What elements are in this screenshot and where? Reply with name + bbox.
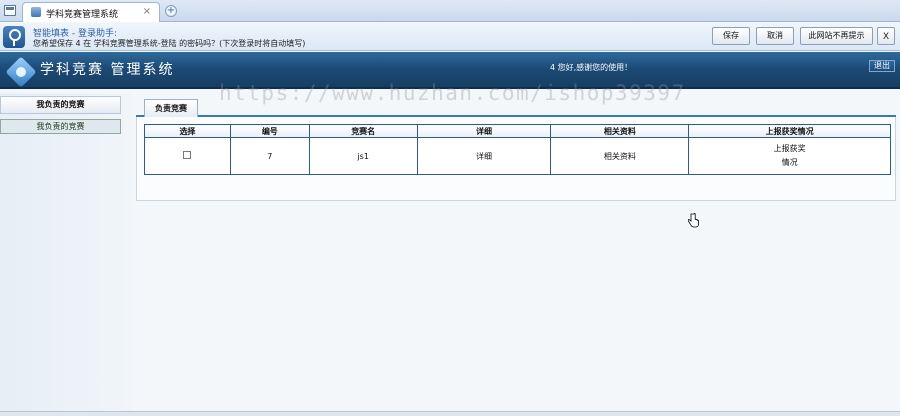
welcome-message: 4 您好,感谢您的使用！	[550, 63, 633, 72]
app-logo-icon	[5, 56, 37, 88]
column-header-id: 编号	[229, 124, 310, 138]
tab-close-icon[interactable]: ×	[143, 6, 151, 17]
table-row: 7 js1 详细 相关资料 上报获奖 情况	[144, 137, 891, 175]
cancel-button[interactable]: 取消	[756, 27, 794, 45]
report-award-link[interactable]: 上报获奖 情况	[688, 137, 891, 175]
browser-tab[interactable]: 学科竞赛管理系统 ×	[22, 2, 160, 22]
content-panel: 选择 编号 竞赛名 详细 相关资料 上报获奖情况 7 js1 详细 相关资料 上…	[136, 117, 896, 201]
column-header-materials: 相关资料	[550, 124, 690, 138]
helper-message: 您希望保存 4 在 学科竞赛管理系统-登陆 的密码吗？(下次登录时将自动填写)	[33, 39, 306, 48]
column-header-name: 竞赛名	[308, 124, 418, 138]
logout-button[interactable]: 退出	[869, 60, 895, 72]
materials-link[interactable]: 相关资料	[550, 137, 690, 175]
detail-link[interactable]: 详细	[416, 137, 552, 175]
table-header-row: 选择 编号 竞赛名 详细 相关资料 上报获奖情况	[144, 124, 891, 138]
main-content: 负责竞赛 选择 编号 竞赛名 详细 相关资料 上报获奖情况 7 js1 详细 相…	[136, 95, 896, 201]
never-prompt-button[interactable]: 此网站不再提示	[800, 27, 873, 45]
id-cell: 7	[229, 137, 310, 175]
sidebar-item-my-competitions[interactable]: 我负责的竞赛	[0, 119, 121, 134]
report-award-line-1: 上报获奖	[773, 144, 806, 153]
browser-tab-strip: 学科竞赛管理系统 × +	[0, 0, 900, 22]
app-title: 学科竞赛 管理系统	[40, 62, 175, 78]
sidebar: 我负责的竞赛 我负责的竞赛	[0, 93, 132, 411]
save-password-button[interactable]: 保存	[712, 27, 750, 45]
competition-table: 选择 编号 竞赛名 详细 相关资料 上报获奖情况 7 js1 详细 相关资料 上…	[144, 124, 891, 175]
tab-responsible-competitions[interactable]: 负责竞赛	[144, 99, 198, 117]
status-bar	[0, 411, 900, 416]
column-header-report: 上报获奖情况	[688, 124, 891, 138]
new-tab-icon[interactable]: +	[165, 5, 177, 17]
key-icon	[3, 26, 25, 48]
window-menu-icon[interactable]	[4, 5, 16, 16]
tab-title: 学科竞赛管理系统	[46, 10, 119, 20]
password-helper-bar: 智能填表 - 登录助手: 您希望保存 4 在 学科竞赛管理系统-登陆 的密码吗？…	[0, 23, 900, 51]
hand-cursor-icon	[688, 213, 699, 228]
name-cell: js1	[308, 137, 418, 175]
column-header-select: 选择	[144, 124, 231, 138]
watermark-text: https://www.huzhan.com/ishop39397	[219, 81, 686, 105]
close-helper-button[interactable]: X	[877, 27, 895, 45]
column-header-detail: 详细	[416, 124, 552, 138]
sidebar-heading[interactable]: 我负责的竞赛	[0, 96, 121, 114]
tab-favicon-icon	[31, 7, 41, 17]
report-award-line-2: 情况	[781, 158, 798, 167]
select-cell	[144, 137, 231, 175]
row-checkbox[interactable]	[183, 151, 192, 159]
